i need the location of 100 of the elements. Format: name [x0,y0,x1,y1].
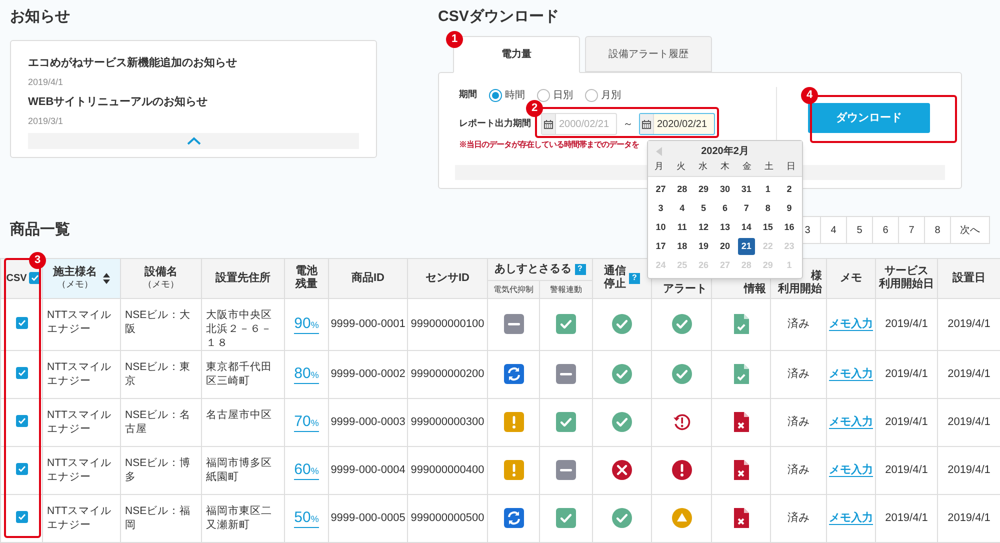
calendar-day[interactable]: 13 [716,219,734,236]
calendar-day[interactable]: 7 [738,200,755,217]
calendar-day[interactable]: 29 [695,181,712,198]
calendar-day[interactable]: 1 [759,181,776,198]
news-title[interactable]: エコめがねサービス新機能追加のお知らせ [28,56,359,71]
page-button[interactable]: 5 [847,217,873,243]
table-cell: NTTスマイルエナジー [47,408,112,434]
range-separator: ～ [623,118,633,132]
calendar-day[interactable]: 15 [759,219,776,236]
calendar-day[interactable]: 4 [674,200,691,217]
table-cell: 999000000500 [410,512,484,524]
calendar-day[interactable]: 11 [674,219,691,236]
table-cell: NSEビル：名古屋 [125,408,191,434]
table-cell: NSEビル：福岡 [125,504,191,530]
checkbox[interactable] [28,272,41,284]
checkbox[interactable] [16,366,28,379]
column-header: 停止 [604,278,626,292]
calendar-day[interactable]: 27 [652,181,670,198]
calendar-day[interactable]: 5 [695,200,712,217]
page-button[interactable]: 8 [925,217,951,243]
calendar-day[interactable]: 20 [716,238,734,255]
column-header: CSV [6,272,27,286]
news-date: 2019/3/1 [28,114,64,128]
calendar-day[interactable]: 30 [716,181,734,198]
battery-level: 90% [294,314,319,334]
column-subheader: （メモ） [57,279,93,290]
step-marker: 1 [446,31,463,48]
weekday-label: 日 [786,160,796,174]
tab[interactable]: 設備アラート履歴 [585,36,712,72]
calendar-day[interactable]: 9 [780,200,798,217]
calendar-day[interactable]: 10 [652,219,670,236]
calendar-day[interactable]: 28 [674,181,691,198]
calendar-day[interactable]: 31 [738,181,755,198]
calendar-day[interactable]: 6 [716,200,734,217]
column-subheader: 電気代抑制 [494,285,534,294]
battery-level: 50% [294,508,319,528]
checkbox[interactable] [16,510,28,523]
page-button[interactable]: 4 [821,217,847,243]
table-cell: 2019/4/1 [948,416,990,428]
calendar-day[interactable]: 14 [738,219,755,236]
column-header: 設備名 [144,266,178,280]
table-cell: 大阪市中央区北浜２－６－１８ [206,308,272,348]
page-button[interactable]: 6 [873,217,899,243]
column-header: 利用開始日 [879,278,934,292]
weekday-label: 木 [720,160,730,174]
table-cell: NSEビル：博多 [125,456,191,482]
radio-button[interactable] [489,88,502,102]
calendar-day[interactable]: 2 [780,181,798,198]
calendar-day[interactable]: 19 [695,238,712,255]
table-cell: 済み [788,512,810,524]
calendar-day[interactable]: 18 [674,238,691,255]
section-title: お知らせ [10,8,71,26]
radio-button[interactable] [585,88,598,102]
calendar-day[interactable]: 3 [652,200,670,217]
battery-level: 60% [294,460,319,480]
news-title[interactable]: WEBサイトリニューアルのお知らせ [28,94,359,110]
table-cell: 2019/4/1 [885,512,928,524]
checkbox[interactable] [16,462,28,475]
table-cell: NTTスマイルエナジー [47,504,112,530]
calendar-icon [642,120,651,128]
table-cell: 2019/4/1 [948,464,990,476]
table-cell: 2019/4/1 [948,318,990,330]
table-cell: 済み [788,464,810,476]
calendar-day[interactable]: 17 [652,238,670,255]
sort-icon[interactable] [103,272,110,284]
date-field[interactable]: 2020/02/21 [639,113,715,135]
calendar-day[interactable]: 12 [695,219,712,236]
table-cell: NTTスマイルエナジー [47,308,112,334]
next-page-button[interactable]: 次へ [951,217,989,243]
battery-level: 80% [294,364,319,384]
column-header: アラート [663,282,707,296]
table-cell: 2019/4/1 [885,416,928,428]
column-header: 電池 [296,265,318,278]
news-date: 2019/4/1 [28,76,64,89]
calendar-day[interactable]: 21 [738,238,755,255]
column-header: 設置先住所 [216,272,270,285]
column-header: 様 [811,270,822,283]
field-label: 期間 [459,88,478,102]
table-cell: 999000000400 [410,464,484,476]
table-cell: 2019/4/1 [885,318,928,330]
table-cell: 9999-000-0004 [330,464,406,476]
header-cell[interactable]: 施主様名 （メモ） [42,258,120,298]
page-button[interactable]: 7 [899,217,925,243]
calendar-icon [544,120,553,128]
calendar-day[interactable]: 8 [759,200,776,217]
table-cell: 名古屋市中区 [206,408,272,420]
table-cell: 済み [788,368,810,380]
radio-label: 日別 [553,88,573,102]
table-cell: 福岡市東区二又瀬新町 [206,504,272,530]
table-cell: 2019/4/1 [885,464,928,476]
checkbox[interactable] [16,414,28,427]
step-marker: 3 [29,252,46,269]
table-cell: 9999-000-0003 [330,416,406,428]
calendar-day[interactable]: 16 [780,219,798,236]
checkbox[interactable] [16,316,28,329]
section-title: CSVダウンロード [438,8,560,26]
table-cell: NSEビル：東京 [125,360,191,386]
table-cell: 999000000100 [410,318,484,330]
weekday-label: 水 [698,160,708,174]
column-header: 通信 [604,265,626,278]
